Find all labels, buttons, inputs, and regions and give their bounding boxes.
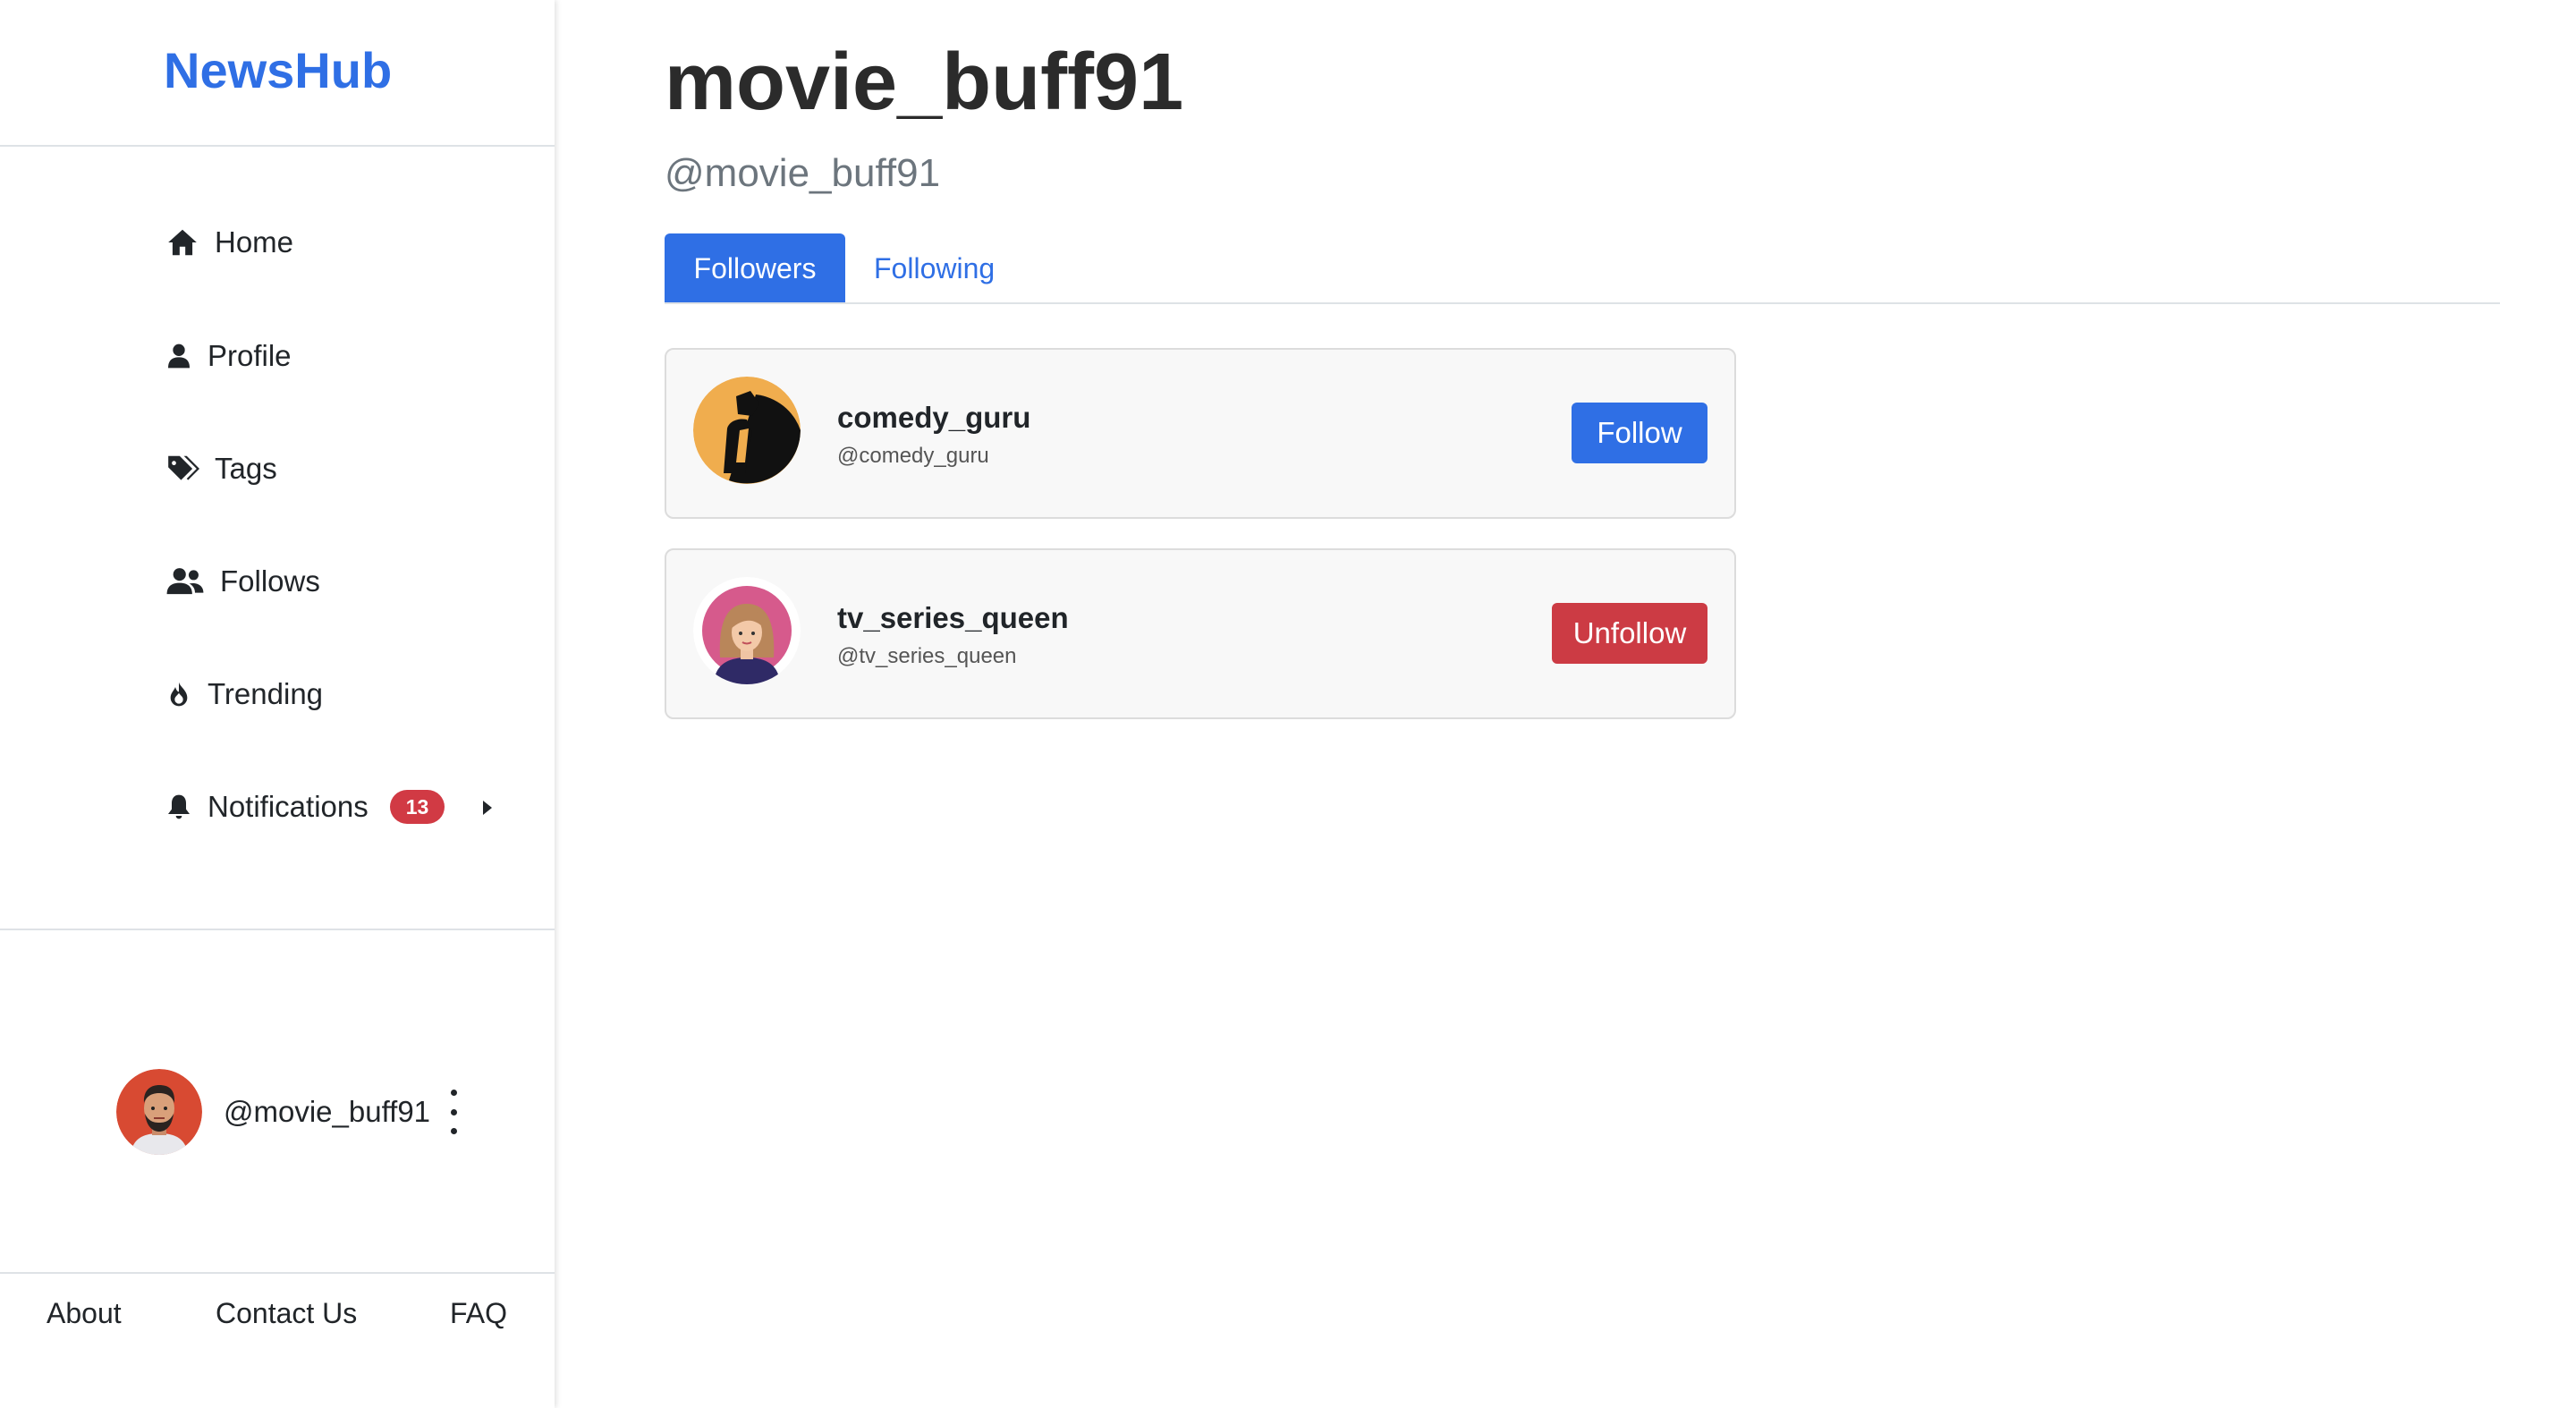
current-user[interactable]: @movie_buff91 [116, 1067, 464, 1157]
user-avatar[interactable] [116, 1069, 202, 1155]
caret-right-icon[interactable] [481, 799, 494, 817]
page-handle: @movie_buff91 [665, 151, 941, 195]
follower-card: comedy_guru @comedy_guru Follow [665, 348, 1736, 519]
sidebar-item-label: Trending [208, 677, 324, 710]
follower-handle: @comedy_guru [837, 444, 989, 468]
sidebar-item-label: Home [215, 225, 294, 259]
tab-following[interactable]: Following [874, 233, 995, 304]
tags-icon [165, 451, 200, 487]
tab-followers[interactable]: Followers [665, 233, 845, 304]
footer-link-about[interactable]: About [47, 1295, 122, 1331]
more-options-icon[interactable] [443, 1090, 464, 1134]
bell-icon [165, 789, 193, 825]
brand-header: NewsHub [0, 0, 555, 147]
sidebar-item-label: Tags [215, 452, 277, 485]
sidebar-item-follows[interactable]: Follows [165, 555, 320, 608]
sidebar-item-profile[interactable]: Profile [165, 329, 292, 383]
brand-logo[interactable]: NewsHub [164, 41, 392, 100]
follower-name[interactable]: tv_series_queen [837, 600, 1069, 636]
users-icon [165, 564, 206, 599]
follower-handle: @tv_series_queen [837, 644, 1017, 668]
notifications-badge: 13 [389, 790, 445, 824]
home-icon [165, 225, 200, 260]
user-handle: @movie_buff91 [224, 1095, 431, 1128]
sidebar-item-label: Notifications [208, 790, 369, 823]
sidebar-item-tags[interactable]: Tags [165, 442, 277, 496]
page-title: movie_buff91 [665, 38, 1184, 127]
fire-icon [165, 676, 193, 712]
sidebar-divider [0, 929, 555, 930]
user-icon [165, 338, 193, 374]
sidebar-item-home[interactable]: Home [165, 216, 293, 269]
follower-avatar[interactable] [693, 577, 801, 684]
sidebar-item-trending[interactable]: Trending [165, 667, 323, 721]
sidebar-item-label: Follows [220, 564, 320, 598]
sidebar-item-notifications[interactable]: Notifications 13 [165, 780, 445, 834]
follower-avatar[interactable] [693, 377, 801, 484]
follower-card: tv_series_queen @tv_series_queen Unfollo… [665, 548, 1736, 719]
sidebar-item-label: Profile [208, 339, 292, 372]
follower-name[interactable]: comedy_guru [837, 400, 1030, 436]
tabs-underline [665, 302, 2500, 304]
follow-button[interactable]: Follow [1572, 403, 1707, 463]
footer-link-contact[interactable]: Contact Us [216, 1295, 357, 1331]
unfollow-button[interactable]: Unfollow [1552, 603, 1707, 664]
sidebar: NewsHub Home Profile Tags Follows Trendi… [0, 0, 555, 1408]
footer-link-faq[interactable]: FAQ [450, 1295, 507, 1331]
footer-divider [0, 1272, 555, 1274]
